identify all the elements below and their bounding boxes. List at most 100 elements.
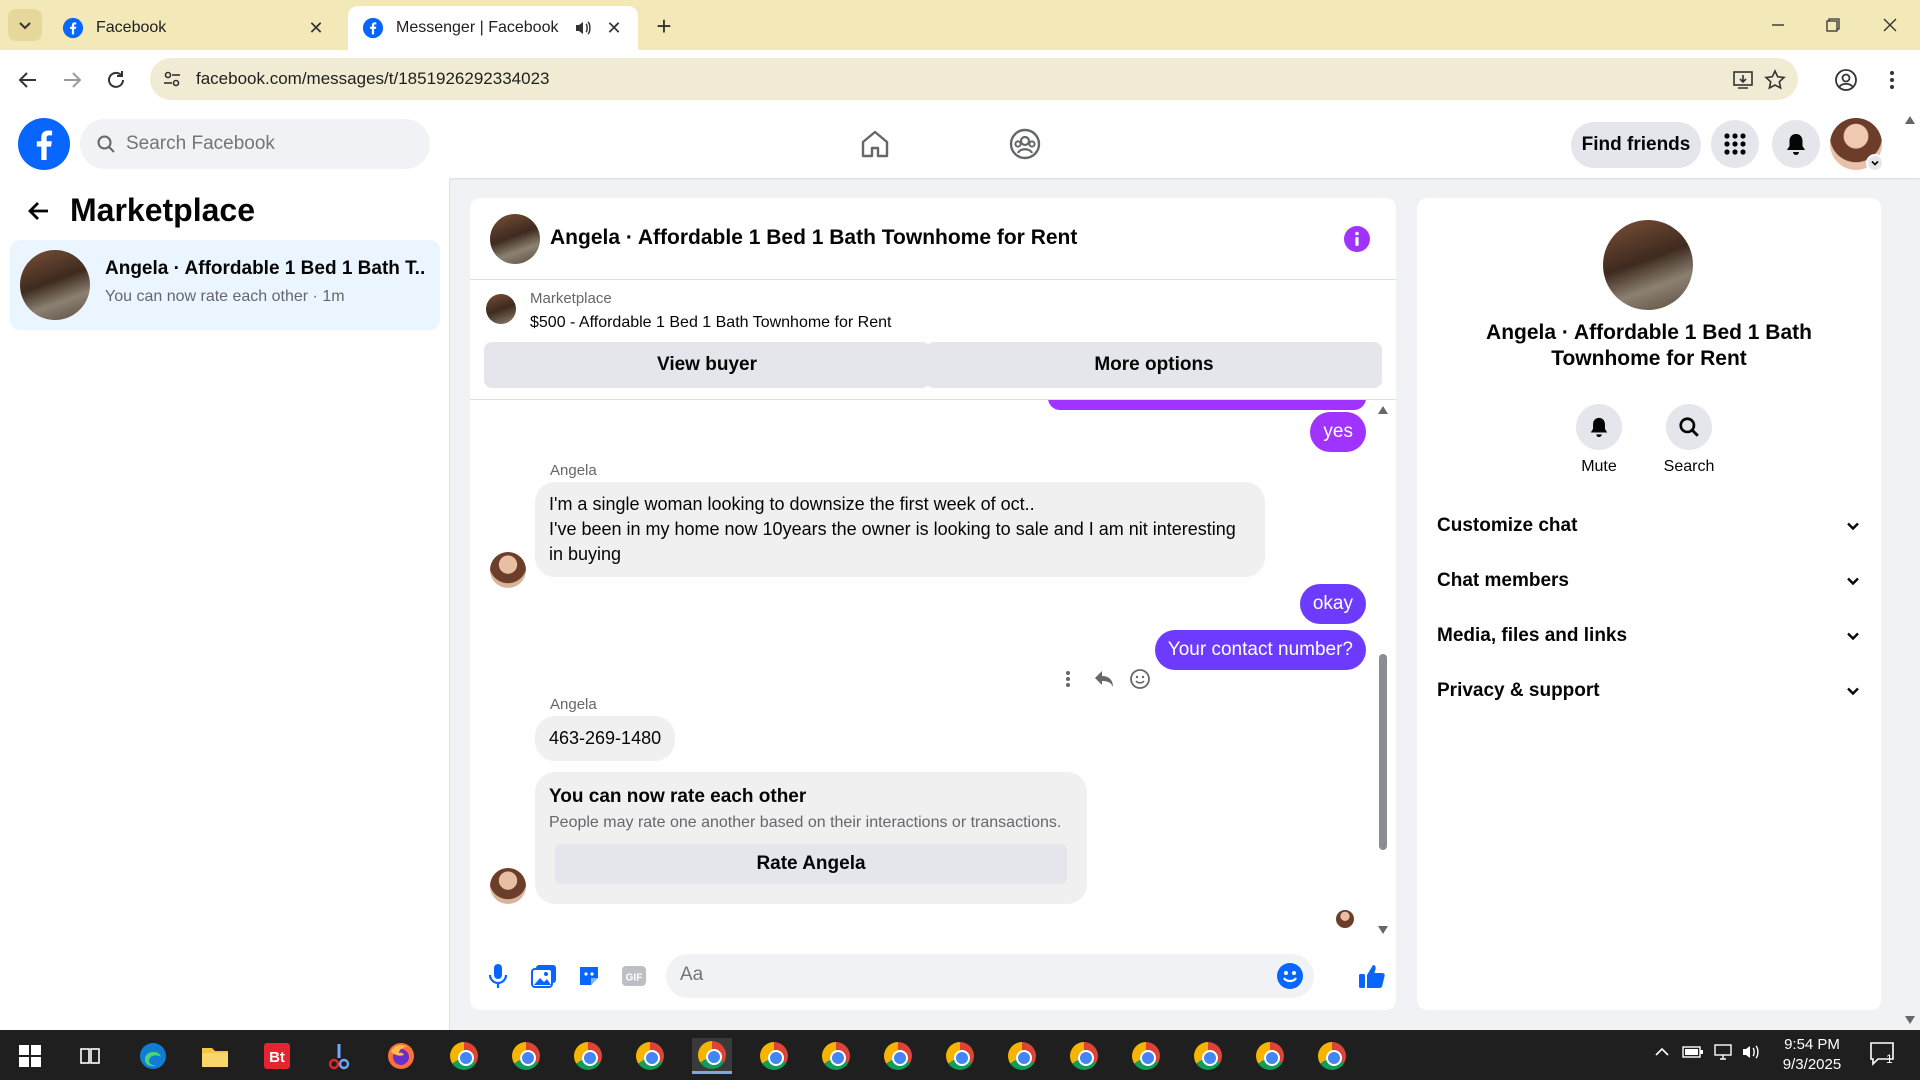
reload-button[interactable] [100,64,132,96]
tools-app[interactable] [319,1038,359,1074]
chrome-app[interactable] [940,1038,980,1074]
svg-text:Bt: Bt [269,1049,285,1066]
volume-icon[interactable] [1742,1044,1762,1060]
react-emoji-icon[interactable] [1122,664,1158,694]
tab-facebook[interactable]: Facebook ✕ [48,6,340,50]
message-bubble-outgoing[interactable]: Your contact number? [1154,630,1366,670]
groups-nav-button[interactable] [1005,124,1045,164]
show-hidden-icons[interactable] [1654,1044,1670,1060]
chrome-app[interactable] [754,1038,794,1074]
notifications-button[interactable] [1772,120,1820,168]
chrome-app[interactable] [444,1038,484,1074]
more-actions-icon[interactable] [1050,664,1086,694]
reply-icon[interactable] [1086,664,1122,694]
section-customize-chat[interactable]: Customize chat [1437,506,1861,546]
tab-search-button[interactable] [8,9,42,41]
chrome-app[interactable] [506,1038,546,1074]
edge-app[interactable] [133,1038,173,1074]
system-clock[interactable]: 9:54 PM 9/3/2025 [1762,1035,1862,1075]
chat-title[interactable]: Angela · Affordable 1 Bed 1 Bath Townhom… [550,226,1077,250]
rate-angela-button[interactable]: Rate Angela [555,844,1067,884]
profile-icon[interactable] [1830,64,1862,96]
menu-grid-button[interactable] [1711,120,1759,168]
chrome-app[interactable] [568,1038,608,1074]
address-bar[interactable]: facebook.com/messages/t/1851926292334023 [150,58,1798,100]
tab-messenger[interactable]: Messenger | Facebook ✕ [348,6,638,50]
chrome-app[interactable] [1002,1038,1042,1074]
browser-tab-bar: Facebook ✕ Messenger | Facebook ✕ + [0,0,1920,50]
facebook-search-box[interactable] [80,119,430,169]
section-privacy-support[interactable]: Privacy & support [1437,671,1861,711]
listing-description[interactable]: $500 - Affordable 1 Bed 1 Bath Townhome … [530,314,891,332]
task-view-button[interactable] [70,1038,110,1074]
mute-button[interactable]: Mute [1559,404,1639,476]
message-bubble-outgoing-partial[interactable] [1048,400,1366,410]
minimize-icon[interactable] [1760,10,1796,40]
firefox-app[interactable] [381,1038,421,1074]
search-conversation-button[interactable]: Search [1649,404,1729,476]
back-button[interactable] [12,64,44,96]
battery-icon[interactable] [1682,1044,1704,1060]
speaker-icon[interactable] [574,19,592,37]
restore-icon[interactable] [1815,10,1851,40]
conversation-item[interactable]: Angela · Affordable 1 Bed 1 Bath T... Yo… [10,240,440,330]
message-bubble-incoming[interactable]: I'm a single woman looking to downsize t… [535,482,1265,577]
chrome-app[interactable] [1250,1038,1290,1074]
view-buyer-button[interactable]: View buyer [484,342,930,388]
close-tab-icon[interactable]: ✕ [306,18,326,38]
chrome-app[interactable] [1126,1038,1166,1074]
sender-avatar[interactable] [490,868,526,904]
message-bubble-outgoing[interactable]: okay [1299,584,1366,624]
url-text[interactable]: facebook.com/messages/t/1851926292334023 [196,69,549,89]
chrome-app[interactable] [878,1038,918,1074]
notification-center-button[interactable]: 1 [1868,1040,1898,1068]
facebook-search-input[interactable] [126,133,406,155]
message-bubble-outgoing[interactable]: yes [1310,412,1366,452]
section-media-files-links[interactable]: Media, files and links [1437,616,1861,656]
scroll-down-icon [1905,1016,1915,1024]
forward-button[interactable] [56,64,88,96]
home-nav-button[interactable] [855,124,895,164]
message-input[interactable] [680,964,1260,986]
browser-menu-icon[interactable] [1876,64,1908,96]
chrome-app[interactable] [816,1038,856,1074]
network-icon[interactable] [1712,1044,1734,1060]
file-explorer-app[interactable] [195,1038,235,1074]
page-scrollbar[interactable] [1900,108,1920,1030]
microphone-icon[interactable] [482,960,514,992]
edge-icon [140,1043,166,1069]
info-icon[interactable] [1344,226,1370,252]
new-tab-button[interactable]: + [650,11,678,41]
bookmark-star-icon[interactable] [1762,67,1788,93]
emoji-icon[interactable] [1276,962,1304,990]
close-window-icon[interactable] [1872,10,1908,40]
info-name: Angela · Affordable 1 Bed 1 Bath Townhom… [1486,321,1812,370]
sender-avatar[interactable] [490,552,526,588]
chrome-app[interactable] [1188,1038,1228,1074]
message-scrollbar[interactable] [1376,400,1390,940]
sticker-icon[interactable] [573,960,605,992]
chrome-app[interactable] [630,1038,670,1074]
chat-avatar[interactable] [490,214,540,264]
photo-icon[interactable] [528,960,560,992]
chrome-app-active[interactable] [692,1038,732,1074]
chrome-app[interactable] [1312,1038,1352,1074]
install-app-icon[interactable] [1730,67,1756,93]
info-avatar[interactable] [1603,220,1693,310]
thumbs-up-icon[interactable] [1356,960,1388,992]
back-button[interactable] [22,194,56,228]
account-avatar[interactable] [1830,118,1884,172]
find-friends-button[interactable]: Find friends [1571,122,1701,168]
facebook-logo-icon[interactable] [18,118,70,170]
more-options-button[interactable]: More options [926,342,1382,388]
site-settings-icon[interactable] [158,65,186,93]
close-tab-icon[interactable]: ✕ [604,18,624,38]
bittorrent-app[interactable]: Bt [257,1038,297,1074]
section-chat-members[interactable]: Chat members [1437,561,1861,601]
chrome-app[interactable] [1064,1038,1104,1074]
start-button[interactable] [10,1038,50,1074]
message-bubble-incoming[interactable]: 463-269-1480 [535,716,676,761]
message-input-box[interactable] [666,954,1314,998]
gif-icon[interactable]: GIF [618,960,650,992]
scrollbar-thumb[interactable] [1379,654,1387,850]
